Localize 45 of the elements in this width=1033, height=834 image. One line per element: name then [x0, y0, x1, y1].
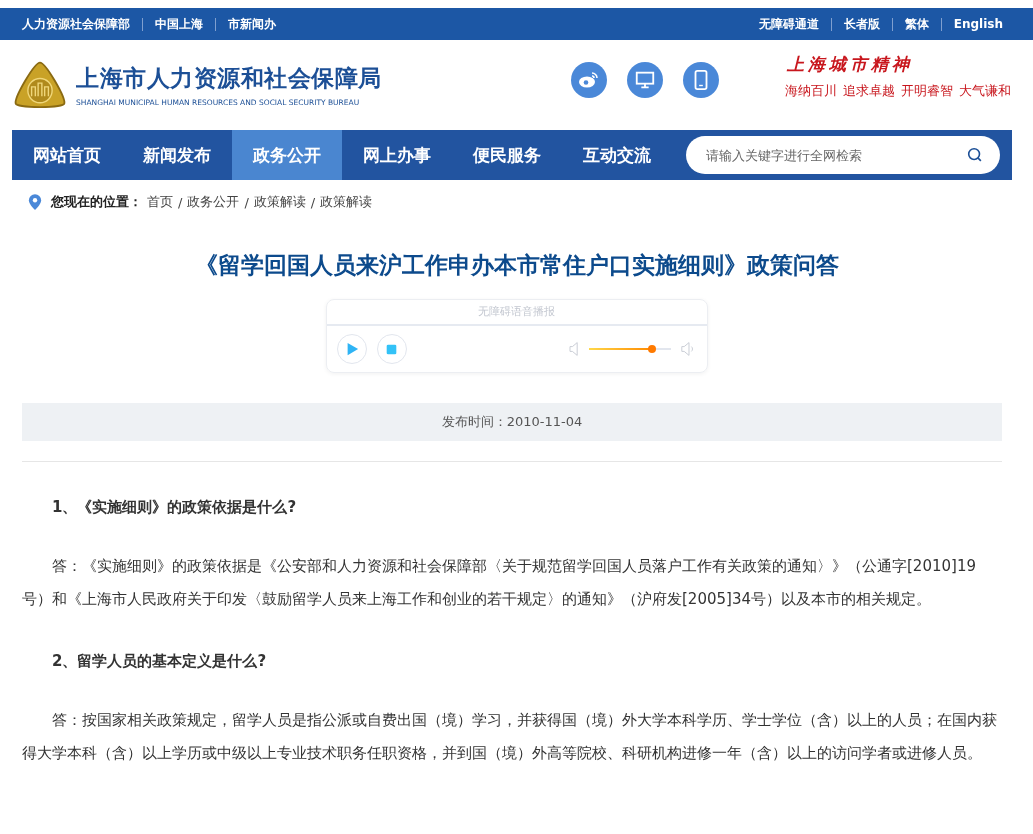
spirit-slogan: 大气谦和	[959, 81, 1011, 100]
spirit-slogan: 海纳百川	[785, 81, 837, 100]
question-heading: 2、留学人员的基本定义是什么?	[51, 651, 268, 672]
breadcrumb-link[interactable]: 首页	[147, 193, 173, 211]
stop-button[interactable]	[376, 334, 407, 364]
spirit-slogan: 开明睿智	[901, 81, 953, 100]
breadcrumb-link[interactable]: 政策解读	[253, 193, 306, 211]
nav-tab[interactable]: 新闻发布	[122, 130, 232, 180]
breadcrumb-separator: /	[244, 194, 249, 210]
nav-tab[interactable]: 网上办事	[342, 130, 452, 180]
top-link[interactable]: 市新闻办	[228, 15, 276, 33]
top-link[interactable]: 长者版	[843, 15, 880, 33]
top-link[interactable]: 无障碍通道	[758, 15, 819, 33]
volume-thumb[interactable]	[648, 345, 657, 353]
location-pin-icon	[28, 193, 42, 211]
breadcrumb-separator: /	[310, 194, 316, 210]
weibo-icon[interactable]	[571, 62, 607, 98]
top-link[interactable]: English	[953, 17, 1003, 31]
top-link[interactable]: 中国上海	[155, 15, 203, 33]
breadcrumb-link[interactable]: 政务公开	[187, 193, 240, 211]
breadcrumb-link[interactable]: 政策解读	[320, 193, 373, 211]
top-link[interactable]: 繁体	[904, 15, 929, 33]
nav-tab[interactable]: 互动交流	[562, 130, 672, 180]
breadcrumb-separator: /	[178, 194, 183, 210]
nav-tab[interactable]: 便民服务	[452, 130, 562, 180]
nav-tab[interactable]: 网站首页	[12, 130, 122, 180]
search-icon[interactable]	[966, 146, 984, 164]
article-title: 《留学回国人员来沪工作申办本市常住户口实施细则》政策问答	[193, 251, 840, 280]
nav-tab[interactable]: 政务公开	[232, 130, 342, 180]
question-heading: 1、《实施细则》的政策依据是什么?	[51, 497, 298, 518]
site-title: 上海市人力资源和社会保障局	[76, 64, 383, 93]
answer-paragraph: 答：《实施细则》的政策依据是《公安部和人力资源和社会保障部〈关于规范留学回国人员落户工作有关政策的通知〉》（公通字[2010]19号）和《上海市人民政府关于印发〈鼓励留学人员来上海工作和创业的若干规定〉的通知》（沪府发[2005]34号）以及本市的相关规定。	[22, 556, 977, 610]
stop-icon	[386, 343, 397, 355]
top-link[interactable]: 人力资源社会保障部	[22, 15, 130, 33]
emblem-logo-icon	[12, 60, 68, 110]
publish-date: 发布时间：2010-11-04	[441, 413, 583, 431]
search-field[interactable]: 请输入关键字进行全网检索	[686, 136, 1000, 174]
play-button[interactable]	[336, 334, 367, 364]
breadcrumb-label: 您现在的位置：	[51, 193, 142, 211]
phone-icon[interactable]	[683, 62, 719, 98]
volume-low-icon[interactable]	[568, 341, 579, 357]
monitor-icon[interactable]	[627, 62, 663, 98]
spirit-slogan: 追求卓越	[843, 81, 895, 100]
spirit-title: 上海城市精神	[787, 52, 914, 76]
answer-paragraph: 答：按国家相关政策规定，留学人员是指公派或自费出国（境）学习，并获得国（境）外大学本科学历、学士学位（含）以上的人员；在国内获得大学本科（含）以上学历或中级以上专业技术职务任职资格，并到国（境）外高等院校、科研机构进修一年（含）以上的访问学者或进修人员。	[22, 710, 998, 764]
